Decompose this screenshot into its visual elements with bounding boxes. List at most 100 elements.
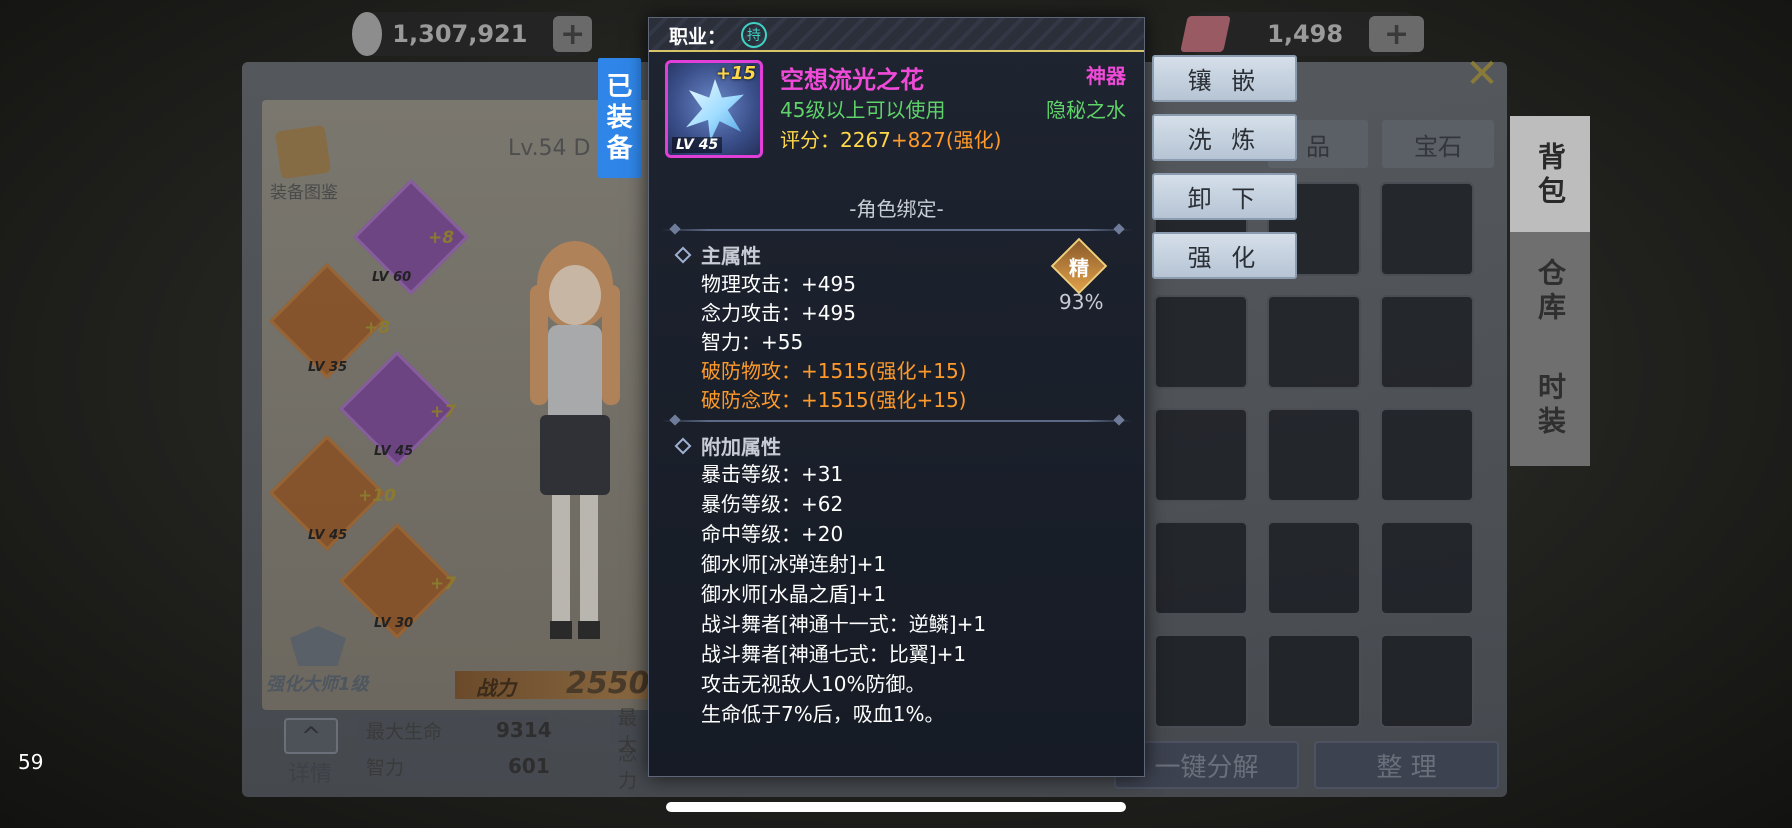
refine-button[interactable]: 洗 炼 [1152,114,1297,161]
inventory-slot[interactable] [1380,521,1474,615]
main-attr: 物理攻击：+495 [701,272,856,296]
extra-attr-label: 附加属性 [701,435,781,459]
diamond-icon [674,246,692,263]
item-set: 隐秘之水 [1046,98,1126,122]
extra-attr: 御水师[冰弹连射]+1 [701,552,887,576]
equip-slot-plus: +10 [358,486,396,506]
inventory-slot[interactable] [1154,408,1248,502]
power-label: 战力 [476,676,516,700]
refine-percent: 93% [1059,290,1104,314]
details-label[interactable]: 详情 [288,756,332,788]
stat-label: 最大生命 [366,720,443,743]
equipped-char: 备 [606,133,633,164]
extra-attr-title: 附加属性 [674,431,781,460]
close-icon[interactable]: ✕ [1462,54,1502,94]
fps-counter: 59 [18,750,44,774]
stat-value: 9314 [496,718,552,742]
equip-slot-plus: +7 [430,574,457,594]
extra-attr: 生命低于7%后，吸血1%。 [701,702,945,726]
inlay-button[interactable]: 镶 嵌 [1152,55,1297,102]
equipped-char: 已 [606,71,633,102]
item-requirement: 45级以上可以使用 [780,98,946,122]
item-name: 空想流光之花 [780,66,924,94]
equip-slot-plus: +8 [428,228,455,248]
equip-slot-plus: +8 [364,318,391,338]
gem-amount: 1,498 [1267,20,1344,48]
refine-label: 精 [1069,256,1089,280]
item-icon-frame: +15 LV 45 [665,60,763,158]
inventory-slot[interactable] [1154,521,1248,615]
divider [661,420,1133,422]
item-tooltip: 职业： 持 +15 LV 45 空想流光之花 45级以上可以使用 评分：2267… [648,17,1145,777]
equip-slot-lv: LV 35 [308,360,348,375]
game-screen: 1,307,921 + 1,498 + Lv.54 D 装备图鉴 LV 60 +… [0,0,1792,828]
score-enhance-label: (强化) [945,128,1002,152]
extra-attr: 战斗舞者[神通十一式：逆鳞]+1 [701,612,987,636]
item-level: LV 45 [672,137,723,153]
main-attr: 智力：+55 [701,330,804,354]
divider [661,229,1133,231]
sort-button[interactable]: 整 理 [1314,741,1499,789]
gold-amount: 1,307,921 [392,20,528,48]
bind-status: -角色绑定- [849,197,944,221]
stat-value: 601 [508,754,550,778]
codex-label[interactable]: 装备图鉴 [270,178,338,203]
inventory-slot[interactable] [1380,295,1474,389]
coin-icon [352,12,383,56]
character-model [530,241,620,639]
gem-currency: 1,498 + [1180,12,1424,56]
class-icon: 持 [741,22,767,48]
extra-attr: 攻击无视敌人10%防御。 [701,672,926,696]
details-button[interactable]: ^ [284,718,338,754]
tab-bag[interactable]: 背包 [1510,116,1590,236]
tab-fashion[interactable]: 时装 [1510,346,1590,466]
stat-label: 智力 [366,756,405,779]
inventory-slot[interactable] [1380,408,1474,502]
gold-currency: 1,307,921 + [352,12,592,56]
main-attr: 念力攻击：+495 [701,301,856,325]
main-attr-title: 主属性 [674,240,761,269]
equipped-badge: 已 装 备 [598,58,641,178]
extra-attr: 暴伤等级：+62 [701,492,844,516]
equip-slot-plus: +7 [430,402,457,422]
extra-attr: 命中等级：+20 [701,522,844,546]
score-enhance: +827 [890,128,946,152]
home-indicator[interactable] [666,802,1126,812]
equipped-char: 装 [606,102,633,133]
tab-warehouse[interactable]: 仓库 [1510,232,1590,352]
inventory-slot[interactable] [1267,521,1361,615]
diamond-icon [674,437,692,454]
item-score: 评分：2267+827(强化) [780,124,1001,153]
class-label: 职业： [669,26,727,48]
add-gem-button[interactable]: + [1369,16,1424,52]
equip-slot-lv: LV 30 [374,616,414,631]
inventory-slot[interactable] [1154,634,1248,728]
inventory-slot[interactable] [1380,634,1474,728]
inventory-slot[interactable] [1267,295,1361,389]
add-gold-button[interactable]: + [553,16,592,52]
enhance-button[interactable]: 强 化 [1152,232,1297,279]
crystal-flower-icon [686,79,744,141]
main-attr: 破防念攻：+1515(强化+15) [701,388,967,412]
main-attr-label: 主属性 [701,244,761,268]
gem-icon [1180,16,1231,52]
inventory-slot[interactable] [1154,295,1248,389]
stat-row-spirit: 念力 [610,743,650,792]
equip-slot-lv: LV 60 [372,270,412,285]
equip-slot-lv: LV 45 [308,528,348,543]
extra-attr: 暴击等级：+31 [701,462,844,486]
codex-icon[interactable] [274,124,332,180]
main-attr: 破防物攻：+1515(强化+15) [701,359,967,383]
inventory-slot[interactable] [1380,182,1474,276]
unequip-button[interactable]: 卸 下 [1152,173,1297,220]
score-base: 2267 [840,128,891,152]
tooltip-header: 职业： 持 [649,18,1144,52]
equip-slot-lv: LV 45 [374,444,414,459]
inventory-slot[interactable] [1267,634,1361,728]
stat-label: 念力 [618,743,638,792]
tab-gems[interactable]: 宝石 [1382,120,1494,168]
score-label: 评分： [780,128,840,152]
extra-attr: 战斗舞者[神通七式：比翼]+1 [701,642,967,666]
inventory-slot[interactable] [1267,408,1361,502]
master-label[interactable]: 强化大师1级 [266,670,369,696]
